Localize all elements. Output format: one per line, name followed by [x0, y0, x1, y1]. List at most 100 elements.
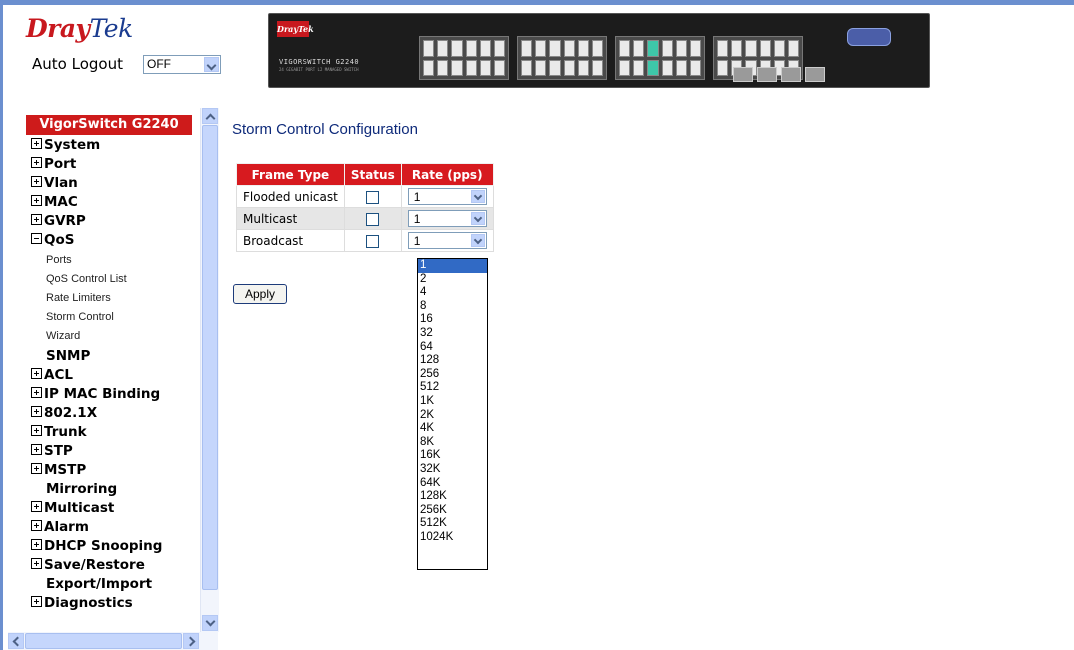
sidebar-item-diagnostics[interactable]: Diagnostics — [31, 595, 133, 611]
chevron-down-icon[interactable] — [204, 57, 219, 72]
auto-logout-value: OFF — [147, 57, 171, 71]
dropdown-option[interactable]: 1K — [418, 395, 487, 409]
sidebar-subitem-ports[interactable]: Ports — [46, 254, 72, 266]
expand-icon[interactable] — [31, 520, 42, 531]
status-checkbox[interactable] — [366, 212, 380, 226]
sidebar-item-ip-mac-binding[interactable]: IP MAC Binding — [31, 386, 160, 402]
frame-type-cell: Multicast — [236, 207, 345, 230]
expand-icon[interactable] — [31, 176, 42, 187]
sidebar-horizontal-scrollbar[interactable] — [8, 632, 218, 650]
logo-tek-text: Tek — [89, 14, 134, 43]
table-row: Flooded unicast 1 — [236, 185, 494, 208]
dropdown-option[interactable]: 2 — [418, 273, 487, 287]
sidebar-item-save-restore[interactable]: Save/Restore — [31, 557, 145, 573]
sidebar-subitem-qos-control-list[interactable]: QoS Control List — [46, 273, 127, 285]
dropdown-option[interactable]: 128 — [418, 354, 487, 368]
dropdown-option[interactable]: 32K — [418, 463, 487, 477]
chevron-down-icon[interactable] — [470, 234, 485, 247]
sidebar-subitem-rate-limiters[interactable]: Rate Limiters — [46, 292, 111, 304]
rate-cell: 1 — [400, 185, 494, 208]
expand-icon[interactable] — [31, 368, 42, 379]
sidebar-item-alarm[interactable]: Alarm — [31, 519, 89, 535]
sidebar-item-trunk[interactable]: Trunk — [31, 424, 87, 440]
status-cell — [343, 185, 402, 208]
sidebar-item-8021x[interactable]: 802.1X — [31, 405, 97, 421]
sidebar-item-snmp[interactable]: SNMP — [46, 348, 90, 364]
sidebar-item-mstp[interactable]: MSTP — [31, 462, 86, 478]
header-rate: Rate (pps) — [400, 163, 494, 186]
dropdown-option[interactable]: 16K — [418, 449, 487, 463]
dropdown-option[interactable]: 4K — [418, 422, 487, 436]
status-checkbox[interactable] — [366, 234, 380, 248]
expand-icon[interactable] — [31, 596, 42, 607]
expand-icon[interactable] — [31, 214, 42, 225]
rate-cell: 1 — [400, 229, 494, 252]
expand-icon[interactable] — [31, 138, 42, 149]
dropdown-option[interactable]: 128K — [418, 490, 487, 504]
storm-control-table: Frame Type Status Rate (pps) Flooded uni… — [236, 163, 494, 252]
dropdown-option[interactable]: 16 — [418, 313, 487, 327]
sidebar-item-multicast[interactable]: Multicast — [31, 500, 114, 516]
rate-dropdown-list[interactable]: 1 2 4 8 16 32 64 128 256 512 1K 2K 4K 8K 16K 32K 64K 128K… — [417, 258, 488, 570]
expand-icon[interactable] — [31, 157, 42, 168]
scroll-thumb[interactable] — [202, 125, 218, 590]
sidebar-item-stp[interactable]: STP — [31, 443, 73, 459]
auto-logout-select[interactable]: OFF — [143, 55, 221, 74]
dropdown-option[interactable]: 4 — [418, 286, 487, 300]
scroll-left-icon[interactable] — [8, 633, 24, 649]
dropdown-option[interactable]: 512K — [418, 517, 487, 531]
rate-select[interactable]: 1 — [407, 188, 487, 205]
sidebar-item-mac[interactable]: MAC — [31, 194, 78, 210]
dropdown-option[interactable]: 64 — [418, 341, 487, 355]
scroll-up-icon[interactable] — [202, 108, 218, 124]
scroll-right-icon[interactable] — [183, 633, 199, 649]
apply-button[interactable]: Apply — [233, 284, 287, 304]
sidebar-item-export-import[interactable]: Export/Import — [46, 576, 152, 592]
expand-icon[interactable] — [31, 425, 42, 436]
dropdown-option[interactable]: 1 — [418, 259, 487, 273]
status-checkbox[interactable] — [366, 190, 380, 204]
port-group-1 — [419, 36, 509, 80]
sidebar-item-port[interactable]: Port — [31, 156, 76, 172]
sidebar-item-vlan[interactable]: Vlan — [31, 175, 78, 191]
port-group-2 — [517, 36, 607, 80]
expand-icon[interactable] — [31, 558, 42, 569]
collapse-icon[interactable] — [31, 233, 42, 244]
sidebar-subitem-storm-control[interactable]: Storm Control — [46, 311, 114, 323]
dropdown-option[interactable]: 8K — [418, 436, 487, 450]
rate-select-open[interactable]: 1 — [407, 232, 487, 249]
expand-icon[interactable] — [31, 387, 42, 398]
dropdown-option[interactable]: 32 — [418, 327, 487, 341]
expand-icon[interactable] — [31, 539, 42, 550]
dropdown-option[interactable]: 256K — [418, 504, 487, 518]
status-cell — [343, 229, 402, 252]
dropdown-option[interactable]: 2K — [418, 409, 487, 423]
sidebar-item-dhcp-snooping[interactable]: DHCP Snooping — [31, 538, 162, 554]
expand-icon[interactable] — [31, 195, 42, 206]
header-status: Status — [343, 163, 402, 186]
sidebar-item-system[interactable]: System — [31, 137, 100, 153]
dropdown-option[interactable]: 256 — [418, 368, 487, 382]
chevron-down-icon[interactable] — [470, 212, 485, 225]
sidebar-vertical-scrollbar[interactable] — [200, 108, 219, 632]
dropdown-option[interactable]: 512 — [418, 381, 487, 395]
rate-select[interactable]: 1 — [407, 210, 487, 227]
scroll-down-icon[interactable] — [202, 615, 218, 631]
sfp-port-4 — [805, 67, 825, 82]
expand-icon[interactable] — [31, 444, 42, 455]
dropdown-option[interactable]: 1024K — [418, 531, 487, 545]
dropdown-option[interactable]: 64K — [418, 477, 487, 491]
scroll-thumb-horizontal[interactable] — [25, 633, 182, 649]
sidebar-item-gvrp[interactable]: GVRP — [31, 213, 86, 229]
chevron-down-icon[interactable] — [470, 190, 485, 203]
sidebar-item-acl[interactable]: ACL — [31, 367, 73, 383]
expand-icon[interactable] — [31, 463, 42, 474]
expand-icon[interactable] — [31, 406, 42, 417]
expand-icon[interactable] — [31, 501, 42, 512]
sidebar-subitem-wizard[interactable]: Wizard — [46, 330, 80, 342]
sidebar-item-mirroring[interactable]: Mirroring — [46, 481, 117, 497]
sidebar-item-qos[interactable]: QoS — [31, 232, 74, 248]
sidebar-title[interactable]: VigorSwitch G2240 — [26, 115, 192, 135]
dropdown-option[interactable]: 8 — [418, 300, 487, 314]
status-cell — [343, 207, 402, 230]
